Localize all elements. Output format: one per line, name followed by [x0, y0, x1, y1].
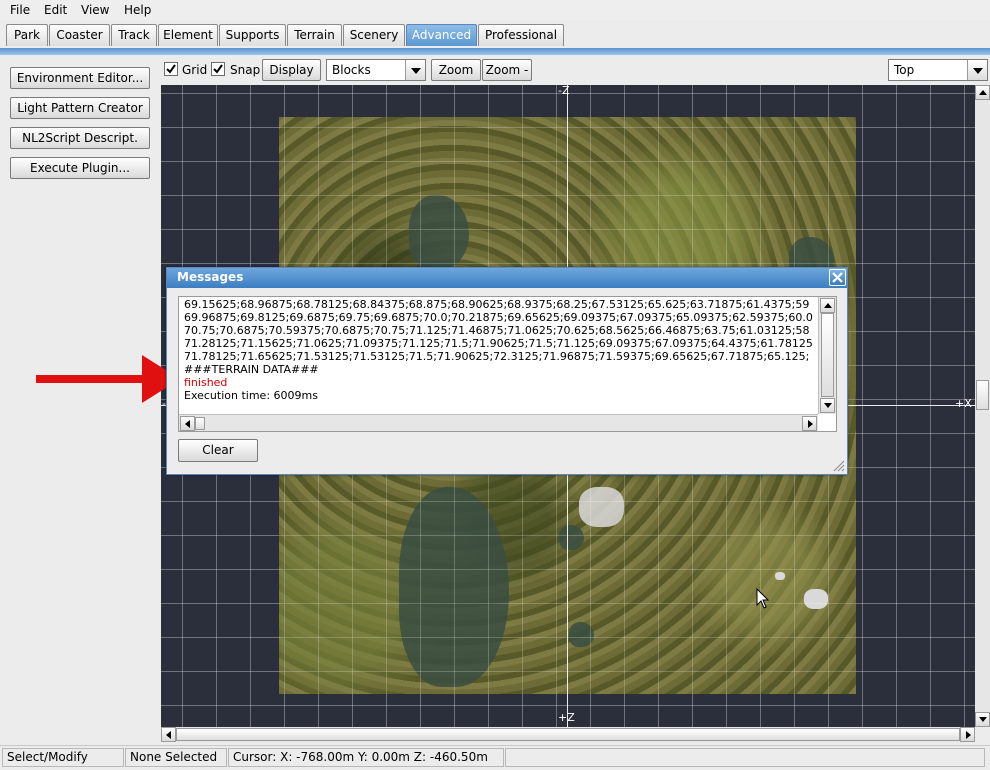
dialog-title: Messages: [177, 270, 244, 284]
scroll-left-button[interactable]: [180, 416, 195, 431]
blocks-select-value: Blocks: [332, 63, 371, 77]
display-button[interactable]: Display: [262, 59, 321, 81]
main-tabs: Park Coaster Track Element Supports Terr…: [0, 20, 990, 50]
menu-view[interactable]: View: [81, 3, 109, 17]
status-mode: Select/Modify: [2, 748, 124, 767]
close-icon: [832, 272, 843, 283]
dialog-title-bar[interactable]: Messages: [167, 268, 847, 288]
snap-label: Snap: [230, 63, 261, 77]
finished-status: finished: [184, 376, 228, 389]
scroll-thumb[interactable]: [195, 417, 205, 430]
terrain-data-marker: ###TERRAIN DATA###: [184, 363, 319, 376]
viewport-vertical-scrollbar[interactable]: [975, 85, 990, 727]
menu-file[interactable]: File: [10, 3, 30, 17]
menu-edit[interactable]: Edit: [44, 3, 67, 17]
tab-coaster[interactable]: Coaster: [49, 24, 110, 46]
view-toolbar: Grid Snap Display Blocks Zoom + Zoom - T…: [161, 55, 990, 97]
view-select[interactable]: Top: [888, 59, 988, 81]
message-line: 69.15625;68.96875;68.78125;68.84375;68.8…: [184, 298, 810, 311]
menu-help[interactable]: Help: [124, 3, 151, 17]
grid-label: Grid: [182, 63, 208, 77]
message-line: 71.28125;71.15625;71.0625;71.09375;71.12…: [184, 337, 813, 350]
scroll-up-button[interactable]: [975, 85, 990, 100]
tab-advanced[interactable]: Advanced: [406, 24, 477, 46]
check-icon: [213, 64, 223, 74]
messages-vertical-scrollbar[interactable]: [818, 297, 836, 414]
axis-label-right: +X: [955, 397, 972, 410]
snap-checkbox[interactable]: [211, 62, 225, 76]
scroll-thumb[interactable]: [976, 380, 989, 410]
zoom-out-button[interactable]: Zoom -: [482, 59, 532, 81]
scroll-thumb[interactable]: [821, 313, 834, 397]
resize-grip-icon[interactable]: [831, 458, 845, 472]
nl2script-descript-button[interactable]: NL2Script Descript.: [10, 127, 150, 149]
status-selection: None Selected: [125, 748, 227, 767]
zoom-in-button[interactable]: Zoom +: [431, 59, 481, 97]
status-cursor-readout: Cursor: X: -768.00m Y: 0.00m Z: -460.50m: [228, 748, 504, 767]
execute-plugin-button[interactable]: Execute Plugin...: [10, 157, 150, 179]
messages-textarea[interactable]: 69.15625;68.96875;68.78125;68.84375;68.8…: [178, 296, 837, 432]
clear-button[interactable]: Clear: [178, 439, 258, 462]
chevron-down-icon: [967, 60, 987, 80]
messages-horizontal-scrollbar[interactable]: [179, 414, 818, 431]
scroll-right-button[interactable]: [802, 416, 817, 431]
status-extra: [505, 748, 985, 767]
scroll-down-button[interactable]: [820, 398, 835, 413]
tab-track[interactable]: Track: [111, 24, 157, 46]
scroll-down-button[interactable]: [975, 712, 990, 727]
grid-checkbox[interactable]: [164, 62, 178, 76]
tab-supports[interactable]: Supports: [219, 24, 286, 46]
tab-underline: [0, 48, 990, 55]
menu-bar: File Edit View Help: [0, 0, 990, 20]
scroll-up-button[interactable]: [820, 298, 835, 313]
mouse-cursor-icon: [756, 588, 770, 609]
blocks-select[interactable]: Blocks: [326, 59, 426, 81]
execution-time: Execution time: 6009ms: [184, 389, 318, 402]
messages-dialog: Messages 69.15625;68.96875;68.78125;68.8…: [166, 267, 848, 475]
tab-park[interactable]: Park: [6, 24, 48, 46]
view-select-value: Top: [894, 63, 915, 77]
tab-professional[interactable]: Professional: [478, 24, 564, 46]
environment-editor-button[interactable]: Environment Editor...: [10, 67, 150, 89]
scroll-right-button[interactable]: [960, 727, 975, 742]
tab-element[interactable]: Element: [158, 24, 218, 46]
message-line: 71.78125;71.65625;71.53125;71.53125;71.5…: [184, 350, 810, 363]
status-bar: Select/Modify None Selected Cursor: X: -…: [0, 745, 990, 770]
axis-label-bottom: +Z: [558, 711, 575, 724]
scroll-left-button[interactable]: [161, 727, 176, 742]
red-arrow-icon: [36, 355, 180, 403]
tab-scenery[interactable]: Scenery: [343, 24, 405, 46]
message-line: 69.96875;69.8125;69.6875;69.75;69.6875;7…: [184, 311, 813, 324]
axis-label-top: -Z: [558, 85, 570, 97]
check-icon: [166, 64, 176, 74]
close-button[interactable]: [829, 269, 846, 286]
light-pattern-creator-button[interactable]: Light Pattern Creator: [10, 97, 150, 119]
viewport-horizontal-scrollbar[interactable]: [161, 727, 975, 742]
tab-terrain[interactable]: Terrain: [287, 24, 342, 46]
scroll-thumb[interactable]: [176, 728, 960, 741]
chevron-down-icon: [405, 60, 425, 80]
message-line: 70.75;70.6875;70.59375;70.6875;70.75;71.…: [184, 324, 810, 337]
